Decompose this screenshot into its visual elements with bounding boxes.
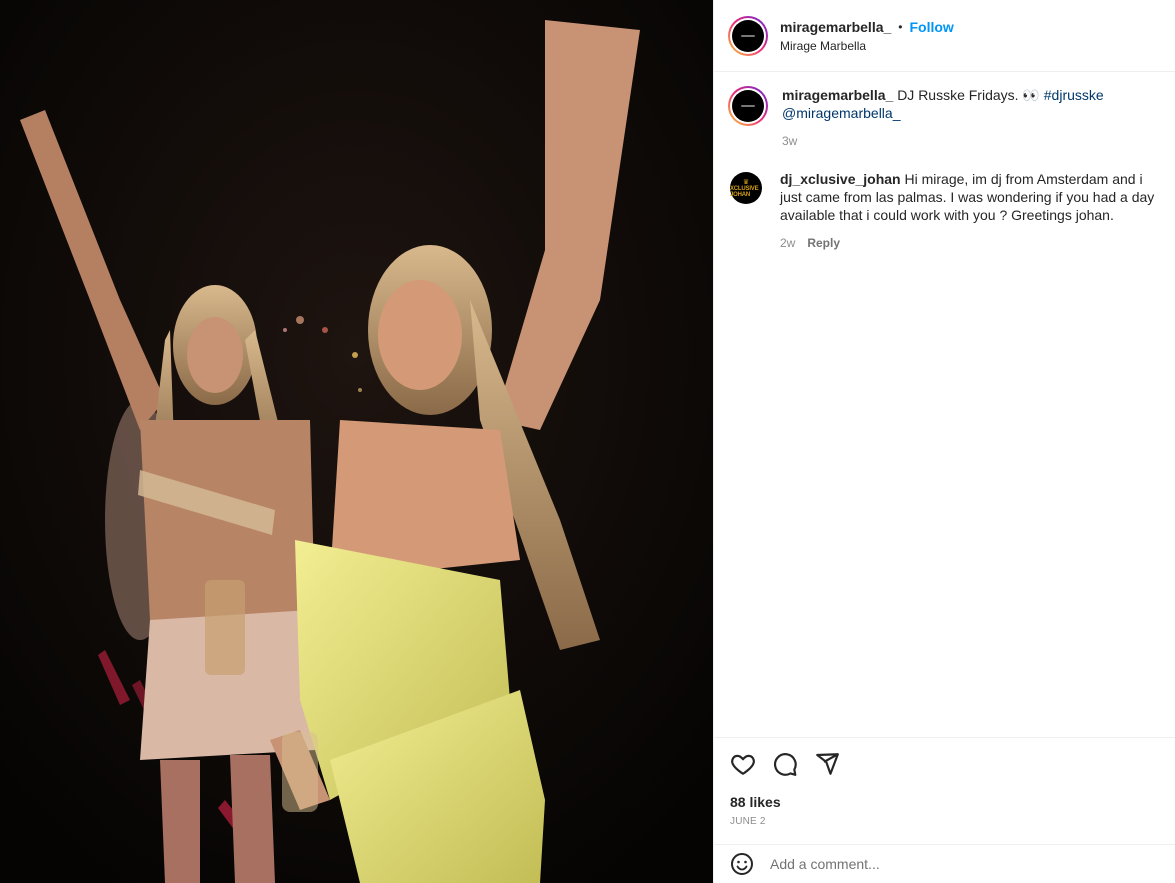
heart-icon[interactable] [730, 751, 756, 777]
post-header: miragemarbella_ • Follow Mirage Marbella [714, 0, 1175, 72]
location-link[interactable]: Mirage Marbella [780, 39, 954, 53]
caption-username[interactable]: miragemarbella_ [782, 87, 893, 103]
comments-section: miragemarbella_ DJ Russke Fridays. 👀 #dj… [714, 72, 1175, 737]
hashtag-link[interactable]: #djrusske [1044, 87, 1104, 103]
mention-link[interactable]: @miragemarbella_ [782, 105, 900, 121]
header-username[interactable]: miragemarbella_ [780, 19, 891, 35]
commenter-avatar[interactable]: ♛ XCLUSIVE JOHAN [730, 172, 762, 204]
post-date[interactable]: JUNE 2 [730, 816, 1159, 827]
post-image[interactable] [0, 0, 713, 883]
crown-icon: ♛ [742, 178, 750, 186]
comment-input[interactable] [770, 856, 1150, 872]
comment-username[interactable]: dj_xclusive_johan [780, 171, 901, 187]
caption-text: DJ Russke Fridays. 👀 [897, 87, 1040, 103]
party-photo [0, 0, 713, 883]
reply-button[interactable]: Reply [807, 234, 840, 252]
instagram-post: miragemarbella_ • Follow Mirage Marbella… [0, 0, 1175, 883]
caption-avatar[interactable] [728, 86, 768, 126]
post-sidebar: miragemarbella_ • Follow Mirage Marbella… [713, 0, 1175, 883]
add-comment-bar [714, 844, 1175, 883]
action-bar: 88 likes JUNE 2 [714, 737, 1175, 827]
list-item: ♛ XCLUSIVE JOHAN dj_xclusive_johan Hi mi… [728, 170, 1161, 252]
comment-time[interactable]: 2w [780, 234, 795, 252]
separator-dot: • [898, 19, 903, 34]
likes-count[interactable]: 88 likes [730, 794, 1159, 810]
caption-time[interactable]: 3w [782, 132, 797, 150]
emoji-icon[interactable] [730, 852, 754, 876]
avatar[interactable] [728, 15, 768, 56]
comment-icon[interactable] [772, 751, 798, 777]
share-icon[interactable] [814, 751, 840, 777]
follow-button[interactable]: Follow [910, 19, 954, 35]
caption: miragemarbella_ DJ Russke Fridays. 👀 #dj… [728, 86, 1161, 150]
avatar-logo-text: XCLUSIVE JOHAN [730, 185, 759, 198]
